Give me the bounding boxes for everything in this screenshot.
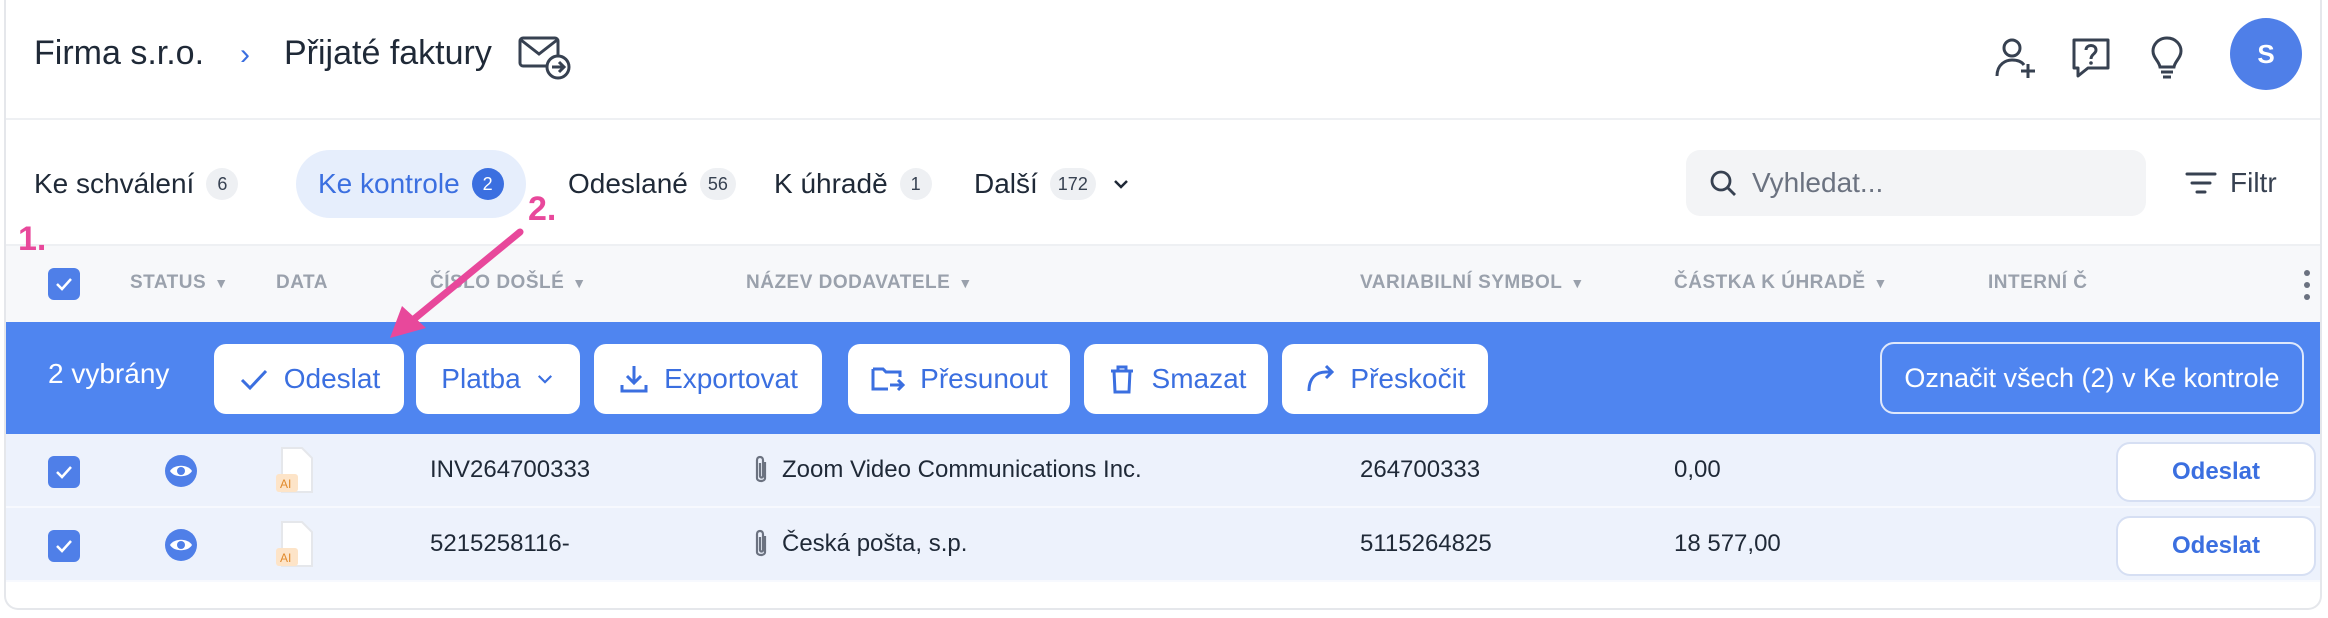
row-checkbox[interactable] [48,530,80,562]
checkmark-icon [56,540,72,553]
trash-icon [1110,365,1133,394]
email-forward-icon[interactable] [518,34,572,80]
search-input[interactable] [1752,167,2132,199]
selected-count: 2 vybrány [48,358,170,389]
tab-count-badge: 2 [471,168,504,200]
annotation-arrow-icon [390,228,524,338]
payment-dropdown[interactable]: Platba [416,344,580,414]
variable-symbol: 5115264825 [1360,530,1492,557]
search-box[interactable] [1686,150,2146,216]
svg-text:AI: AI [280,477,291,491]
delete-button[interactable]: Smazat [1084,344,1268,414]
tab-odeslane[interactable]: Odeslané 56 [568,150,736,218]
eye-icon[interactable] [164,454,198,488]
amount: 18 577,00 [1674,530,1781,557]
more-options-icon[interactable] [2302,268,2312,302]
column-nazev-dodavatele[interactable]: NÁZEV DODAVATELE ▼ [746,272,973,294]
invoice-number: INV264700333 [430,456,591,483]
tab-count-badge: 6 [206,168,239,200]
tab-count-badge: 1 [899,168,932,200]
row-checkbox[interactable] [48,456,80,488]
row-send-button[interactable]: Odeslat [2116,516,2316,576]
invoice-number: 5215258116- [430,530,570,557]
column-variabilni-symbol[interactable]: VARIABILNÍ SYMBOL ▼ [1360,272,1585,294]
filter-icon [2185,172,2217,194]
paperclip-icon[interactable] [750,528,772,560]
chevron-down-icon [1113,180,1128,189]
breadcrumb-company[interactable]: Firma s.r.o. [34,34,204,73]
send-button[interactable]: Odeslat [214,344,404,414]
column-data: DATA [276,272,328,293]
checkmark-icon [56,466,72,479]
app-frame: Firma s.r.o. › Přijaté faktury S Ke schv… [4,0,2322,610]
amount: 0,00 [1674,456,1721,483]
table-row[interactable]: AI 5215258116- Česká pošta, s.p. 5115264… [6,508,2320,582]
tab-dalsi[interactable]: Další 172 [974,150,1130,218]
tab-count-badge: 172 [1049,168,1096,200]
export-button[interactable]: Exportovat [594,344,822,414]
redo-arrow-icon [1307,364,1335,392]
column-castka[interactable]: ČÁSTKA K ÚHRADĚ ▼ [1674,272,1888,294]
page-title: Přijaté faktury [284,34,492,72]
table-header: STATUS ▼ DATA ČÍSLO DOŠLÉ ▼ NÁZEV DODAVATE… [6,244,2320,322]
annotation-step-1: 1. [18,220,47,258]
column-interni: INTERNÍ Č [1988,272,2088,293]
lightbulb-icon[interactable] [2144,34,2190,80]
check-icon [240,369,267,391]
download-icon [620,366,648,393]
add-user-icon[interactable] [1992,34,2038,80]
document-ai-icon[interactable]: AI [272,446,318,496]
checkmark-icon [56,278,72,291]
top-header: Firma s.r.o. › Přijaté faktury S [6,0,2320,120]
supplier-name: Česká pošta, s.p. [782,530,968,557]
tab-k-uhrade[interactable]: K úhradě 1 [774,150,932,218]
paperclip-icon[interactable] [750,454,772,486]
tab-ke-kontrole[interactable]: Ke kontrole 2 [296,150,526,218]
tab-count-badge: 56 [699,168,736,200]
search-icon [1710,170,1736,196]
svg-text:AI: AI [280,551,291,565]
folder-move-icon [871,367,906,392]
mark-all-button[interactable]: Označit všech (2) v Ke kontrole [1880,342,2304,414]
supplier-name: Zoom Video Communications Inc. [782,456,1142,483]
filter-button[interactable]: Filtr [2184,160,2277,206]
table-row[interactable]: AI INV264700333 Zoom Video Communication… [6,434,2320,508]
breadcrumb-separator: › [240,38,250,71]
tab-ke-schvaleni[interactable]: Ke schválení 6 [34,150,239,218]
help-icon[interactable] [2068,34,2114,80]
move-button[interactable]: Přesunout [848,344,1070,414]
eye-icon[interactable] [164,528,198,562]
select-all-checkbox[interactable] [48,268,80,300]
variable-symbol: 264700333 [1360,456,1481,483]
bulk-action-bar: 2 vybrány Odeslat Platba Exportovat Přes… [6,322,2320,434]
skip-button[interactable]: Přeskočit [1282,344,1488,414]
column-status[interactable]: STATUS ▼ [130,272,229,294]
chevron-down-icon [537,375,552,384]
avatar[interactable]: S [2230,18,2302,90]
document-ai-icon[interactable]: AI [272,520,318,570]
row-send-button[interactable]: Odeslat [2116,442,2316,502]
